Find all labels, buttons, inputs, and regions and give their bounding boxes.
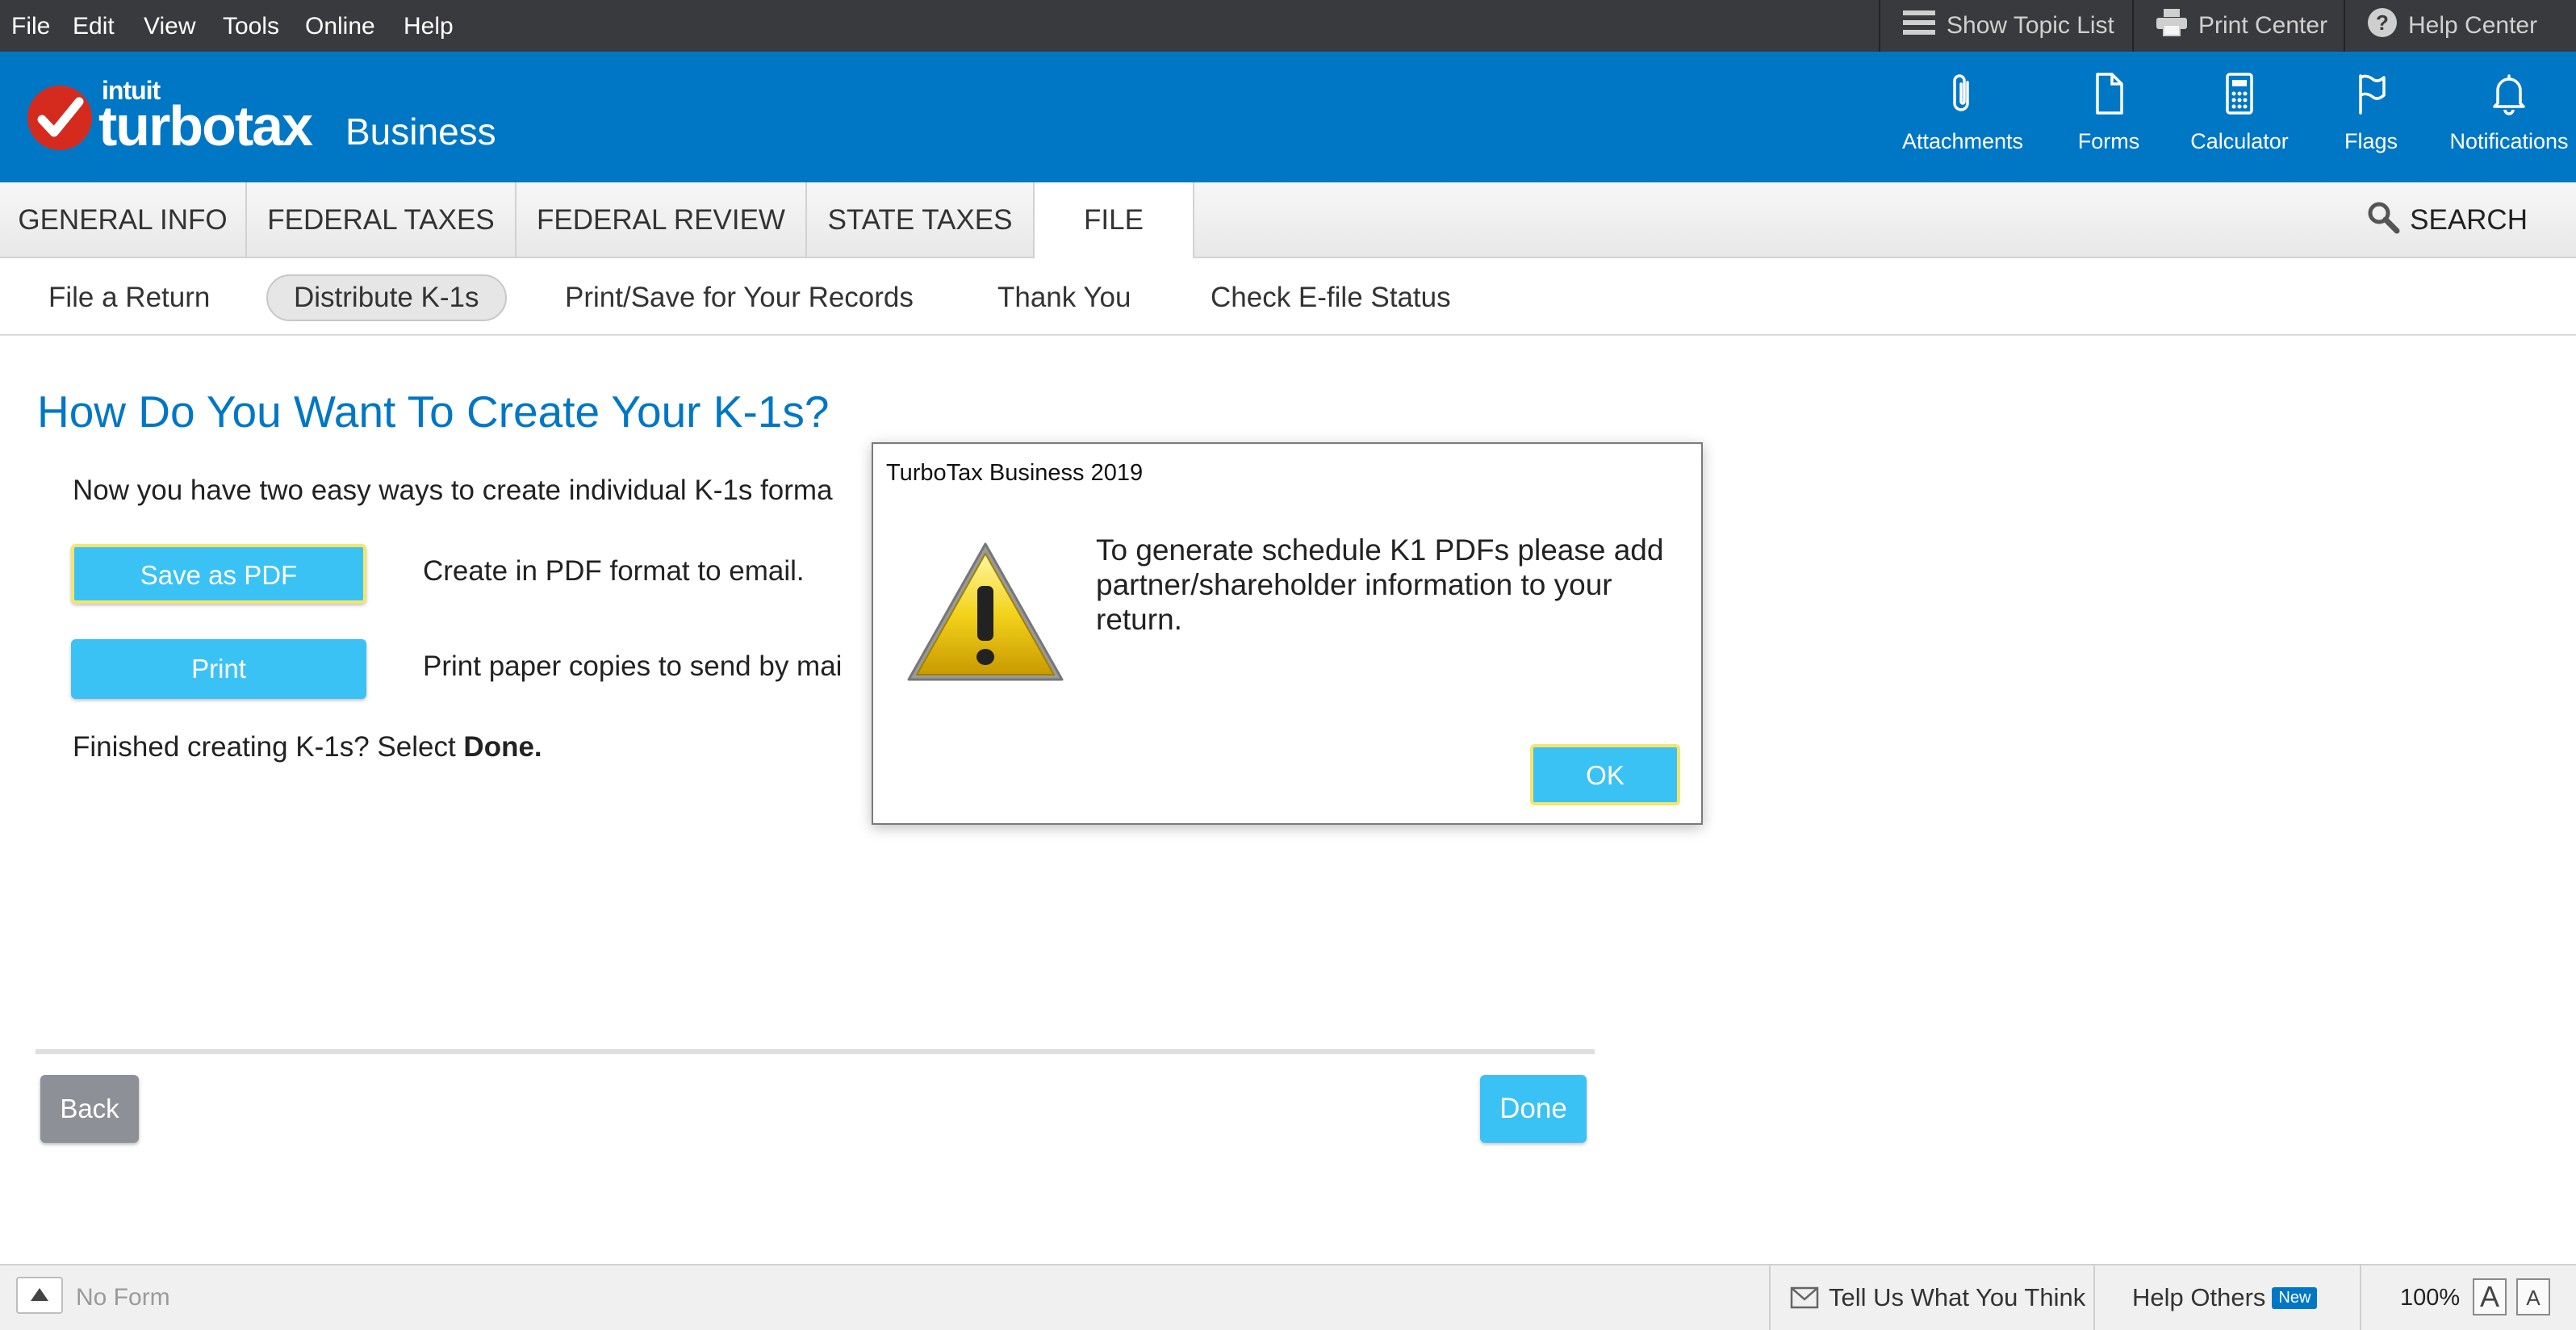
business-wordmark: Business bbox=[345, 111, 496, 153]
print-button[interactable]: Print bbox=[71, 639, 366, 699]
calculator-icon bbox=[2187, 71, 2292, 116]
subtab-thank-you[interactable]: Thank You bbox=[972, 274, 1156, 321]
ok-button[interactable]: OK bbox=[1530, 744, 1680, 805]
menu-help[interactable]: Help bbox=[404, 0, 454, 52]
help-center-label: Help Center bbox=[2408, 12, 2538, 39]
flags-label: Flags bbox=[2344, 129, 2398, 153]
flags-button[interactable]: Flags bbox=[2336, 71, 2407, 168]
calculator-button[interactable]: Calculator bbox=[2187, 71, 2292, 168]
subtab-file-a-return[interactable]: File a Return bbox=[23, 274, 236, 321]
subtab-check-efile-status[interactable]: Check E-file Status bbox=[1185, 274, 1477, 321]
bell-icon bbox=[2448, 71, 2570, 116]
finished-done-emphasis: Done. bbox=[463, 731, 542, 763]
show-topic-list-button[interactable]: Show Topic List bbox=[1879, 0, 2132, 52]
forms-button[interactable]: Forms bbox=[2071, 71, 2147, 168]
list-icon bbox=[1903, 9, 1947, 43]
help-others-label: Help Others bbox=[2132, 1283, 2266, 1311]
page-title: How Do You Want To Create Your K-1s? bbox=[37, 387, 830, 437]
done-button[interactable]: Done bbox=[1480, 1075, 1587, 1143]
turbotax-check-logo bbox=[27, 86, 92, 150]
tab-federal-review[interactable]: FEDERAL REVIEW bbox=[516, 182, 807, 258]
content-divider bbox=[36, 1049, 1595, 1054]
help-center-button[interactable]: ? Help Center bbox=[2344, 0, 2576, 52]
dialog-title: TurboTax Business 2019 bbox=[886, 460, 1144, 486]
calculator-label: Calculator bbox=[2190, 129, 2289, 153]
no-form-label: No Form bbox=[76, 1284, 170, 1311]
menu-edit[interactable]: Edit bbox=[73, 0, 115, 52]
menu-file[interactable]: File bbox=[11, 0, 50, 52]
print-center-button[interactable]: Print Center bbox=[2132, 0, 2344, 52]
zoom-level: 100% bbox=[2400, 1285, 2461, 1311]
paperclip-icon bbox=[1901, 71, 2024, 116]
save-as-pdf-button[interactable]: Save as PDF bbox=[71, 544, 366, 604]
forms-label: Forms bbox=[2077, 129, 2140, 153]
search-button[interactable]: SEARCH bbox=[2366, 182, 2528, 258]
document-icon bbox=[2071, 71, 2147, 116]
attachments-label: Attachments bbox=[1901, 129, 2024, 153]
tab-federal-taxes[interactable]: FEDERAL TAXES bbox=[247, 182, 516, 258]
back-button[interactable]: Back bbox=[40, 1075, 139, 1143]
status-bar: No Form Tell Us What You Think Help Othe… bbox=[0, 1264, 2576, 1330]
feedback-button[interactable]: Tell Us What You Think bbox=[1790, 1265, 2085, 1330]
show-topic-list-label: Show Topic List bbox=[1947, 12, 2114, 39]
tab-general-info[interactable]: GENERAL INFO bbox=[0, 182, 247, 258]
question-icon: ? bbox=[2368, 8, 2408, 44]
svg-text:?: ? bbox=[2376, 10, 2389, 35]
printer-icon bbox=[2156, 9, 2198, 43]
print-center-label: Print Center bbox=[2198, 12, 2328, 39]
status-divider bbox=[2360, 1265, 2361, 1330]
finished-text: Finished creating K-1s? Select bbox=[73, 731, 464, 763]
sub-tabs: File a Return Distribute K-1s Print/Save… bbox=[0, 258, 2576, 336]
save-as-pdf-description: Create in PDF format to email. bbox=[423, 555, 805, 587]
menu-tools[interactable]: Tools bbox=[223, 0, 279, 52]
menu-view[interactable]: View bbox=[144, 0, 195, 52]
feedback-label: Tell Us What You Think bbox=[1829, 1283, 2086, 1311]
tab-state-taxes[interactable]: STATE TAXES bbox=[807, 182, 1035, 258]
triangle-up-icon bbox=[18, 1288, 61, 1315]
notifications-label: Notifications bbox=[2449, 129, 2569, 153]
notifications-button[interactable]: Notifications bbox=[2448, 71, 2570, 168]
attachments-button[interactable]: Attachments bbox=[1901, 71, 2024, 168]
app-header: intuit turbotax Business Attachments For… bbox=[0, 52, 2576, 182]
subtab-distribute-k1s[interactable]: Distribute K-1s bbox=[266, 274, 507, 321]
intro-text: Now you have two easy ways to create ind… bbox=[73, 475, 833, 506]
status-divider bbox=[1769, 1265, 1771, 1330]
turbotax-wordmark: turbotax bbox=[98, 94, 313, 157]
warning-dialog: TurboTax Business 2019 To generate sched… bbox=[872, 442, 1703, 825]
envelope-icon bbox=[1790, 1286, 1819, 1309]
dialog-message: To generate schedule K1 PDFs please add … bbox=[1096, 533, 1664, 636]
main-tabs: GENERAL INFO FEDERAL TAXES FEDERAL REVIE… bbox=[0, 182, 2576, 260]
new-badge: New bbox=[2272, 1286, 2318, 1309]
status-divider bbox=[2093, 1265, 2095, 1330]
search-icon bbox=[2366, 200, 2410, 241]
warning-icon bbox=[901, 537, 1070, 695]
tab-file[interactable]: FILE bbox=[1035, 182, 1194, 260]
flag-icon bbox=[2336, 71, 2407, 116]
show-forms-button[interactable] bbox=[16, 1277, 63, 1314]
help-others-button[interactable]: Help Others New bbox=[2132, 1265, 2318, 1330]
menu-online[interactable]: Online bbox=[305, 0, 375, 52]
increase-font-button[interactable]: A bbox=[2473, 1278, 2507, 1315]
finished-instruction: Finished creating K-1s? Select Done. bbox=[73, 731, 542, 763]
print-description: Print paper copies to send by mai bbox=[423, 650, 843, 682]
search-label: SEARCH bbox=[2410, 204, 2528, 236]
subtab-print-save-records[interactable]: Print/Save for Your Records bbox=[539, 274, 939, 321]
decrease-font-button[interactable]: A bbox=[2516, 1278, 2550, 1315]
menu-bar: File Edit View Tools Online Help Show To… bbox=[0, 0, 2576, 52]
